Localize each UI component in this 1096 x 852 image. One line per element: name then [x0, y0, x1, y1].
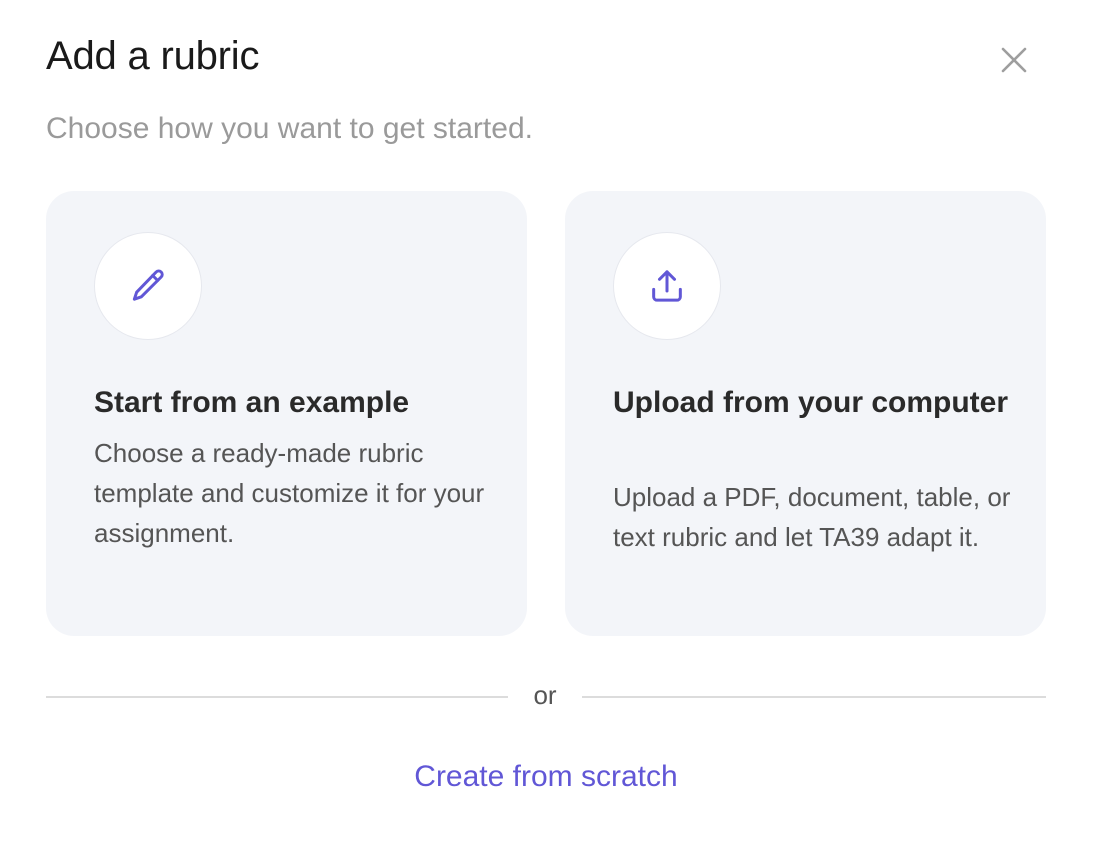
divider-text: or [533, 680, 557, 710]
pencil-icon [132, 269, 164, 301]
or-divider: or [46, 680, 1046, 714]
example-icon-circle [94, 232, 202, 340]
create-from-scratch-link[interactable]: Create from scratch [0, 760, 1092, 794]
example-card-title: Start from an example [94, 386, 410, 419]
add-rubric-dialog: Add a rubric Choose how you want to get … [0, 0, 1096, 852]
upload-from-computer-card[interactable]: Upload from your computer Upload a PDF, … [565, 191, 1046, 636]
divider-line-right [582, 696, 1046, 698]
example-card-description: Choose a ready-made rubric template and … [94, 438, 485, 548]
upload-card-title: Upload from your computer [613, 386, 1009, 419]
upload-card-description: Upload a PDF, document, table, or text r… [613, 482, 1011, 552]
start-from-example-card[interactable]: Start from an example Choose a ready-mad… [46, 191, 527, 636]
dialog-title: Add a rubric [46, 34, 260, 78]
upload-icon-circle [613, 232, 721, 340]
dialog-subtitle: Choose how you want to get started. [46, 112, 533, 145]
upload-icon [652, 270, 682, 302]
close-button[interactable] [994, 40, 1034, 80]
divider-line-left [46, 696, 508, 698]
close-icon [1001, 47, 1027, 73]
